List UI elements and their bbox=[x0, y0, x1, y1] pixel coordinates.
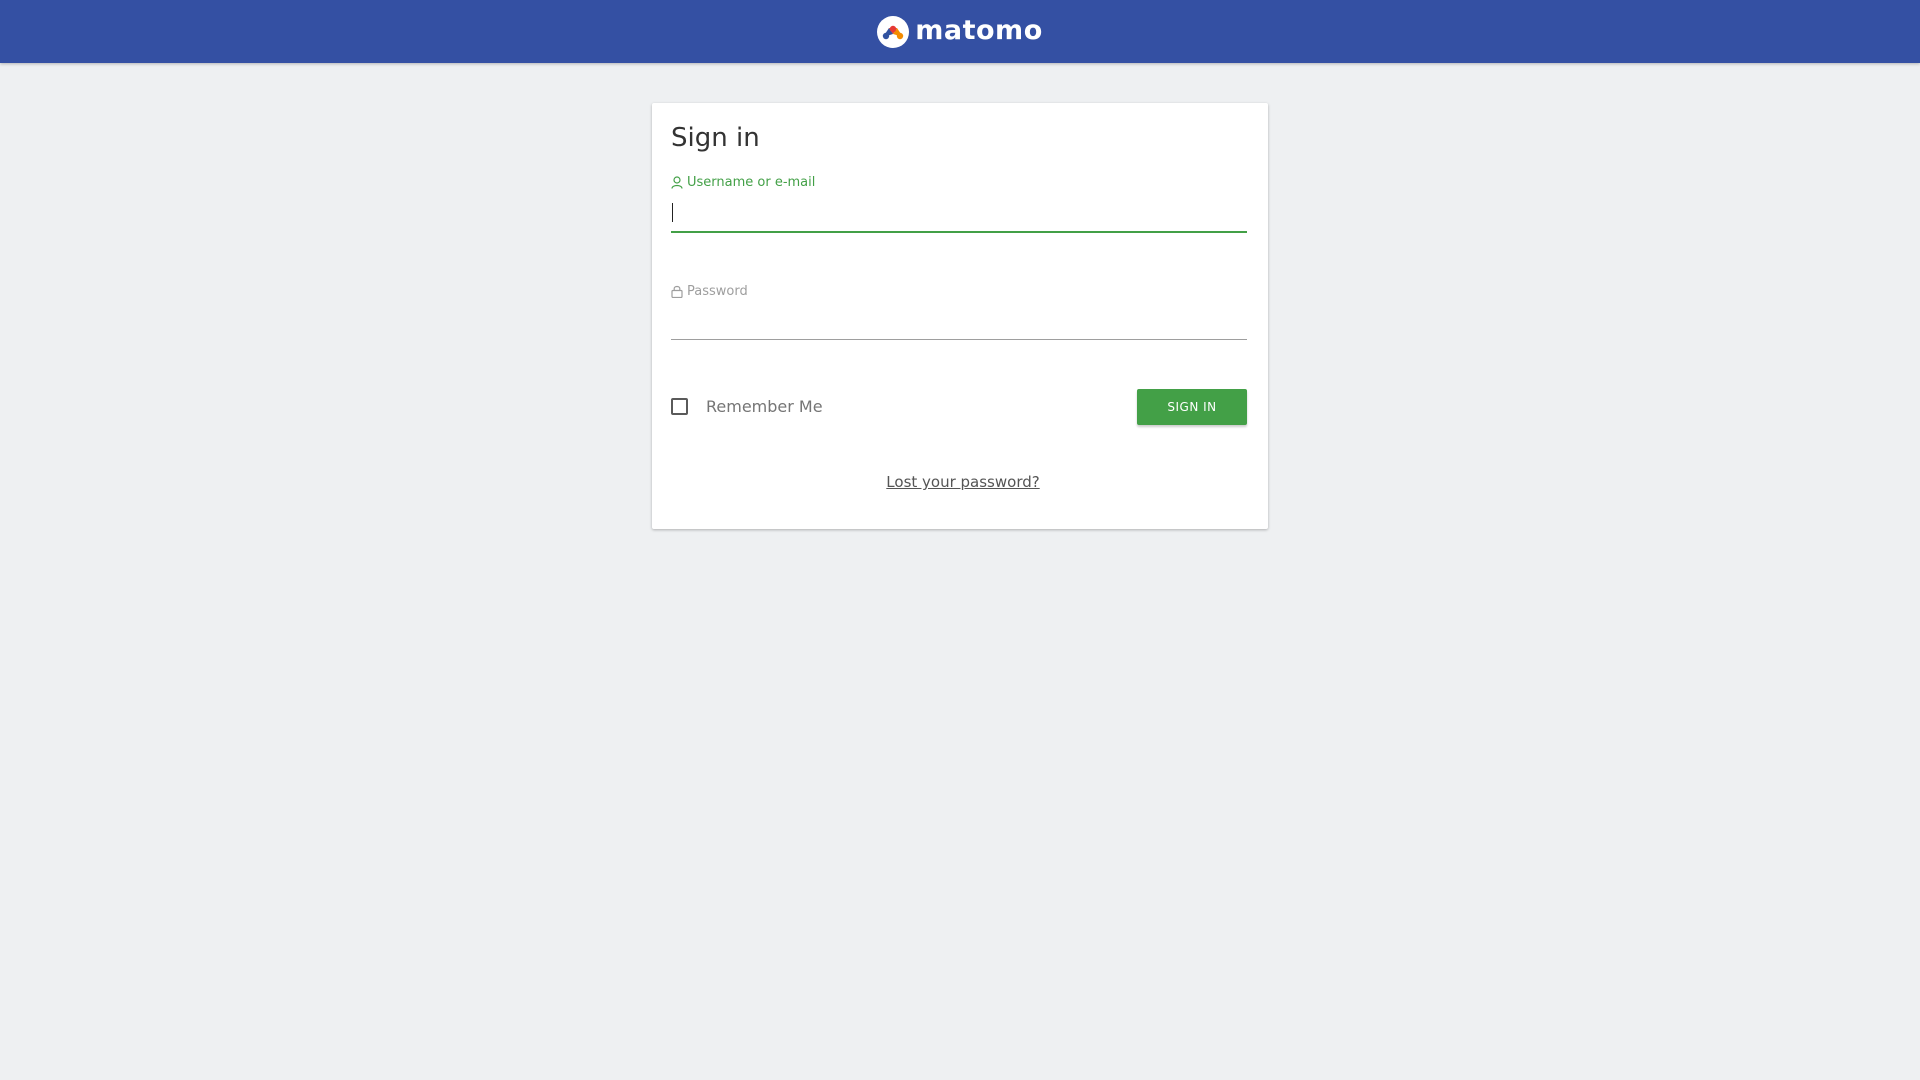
text-cursor bbox=[672, 203, 673, 222]
remember-me-label[interactable]: Remember Me bbox=[706, 397, 823, 416]
username-label: Username or e-mail bbox=[671, 175, 815, 190]
lost-password-link[interactable]: Lost your password? bbox=[886, 473, 1039, 491]
brand-name: matomo bbox=[915, 14, 1043, 46]
matomo-logo-icon bbox=[877, 15, 910, 48]
password-label: Password bbox=[671, 284, 748, 299]
top-header: matomo bbox=[0, 0, 1920, 63]
remember-me-checkbox[interactable]: Remember Me bbox=[671, 397, 823, 416]
password-input[interactable] bbox=[671, 309, 1247, 340]
username-label-text: Username or e-mail bbox=[687, 175, 816, 190]
lost-password-container: Lost your password? bbox=[652, 473, 1274, 491]
sign-in-button[interactable]: SIGN IN bbox=[1137, 389, 1247, 425]
checkbox-box[interactable] bbox=[671, 398, 688, 415]
login-card: Sign in Username or e-mail Password Reme… bbox=[652, 103, 1268, 529]
page-title: Sign in bbox=[671, 123, 760, 153]
user-icon bbox=[671, 176, 683, 189]
matomo-logo[interactable]: matomo bbox=[877, 14, 1043, 48]
lock-icon bbox=[671, 285, 683, 298]
password-label-text: Password bbox=[687, 284, 748, 299]
username-input[interactable] bbox=[671, 201, 1247, 233]
